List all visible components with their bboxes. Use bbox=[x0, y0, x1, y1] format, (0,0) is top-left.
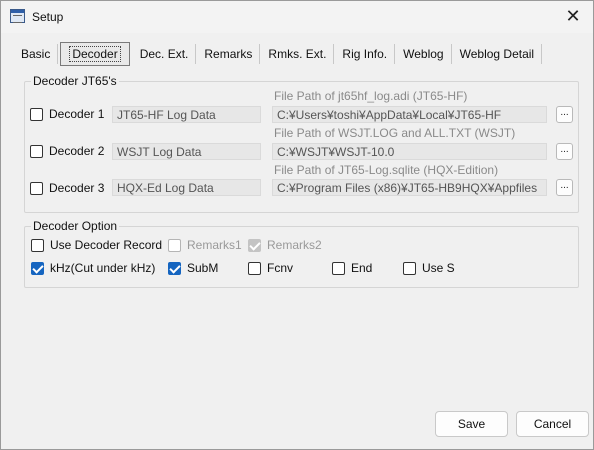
checkbox-label: Remarks1 bbox=[187, 238, 242, 252]
decoder-1-browse-button[interactable]: ... bbox=[556, 106, 573, 123]
checkbox-label: Decoder 1 bbox=[49, 107, 105, 121]
use-decoder-record-checkbox[interactable]: Use Decoder Record bbox=[31, 238, 162, 252]
checkbox-box bbox=[168, 238, 181, 252]
tab-weblog-detail[interactable]: Weblog Detail bbox=[452, 42, 543, 66]
tab-label: Rmks. Ext. bbox=[268, 47, 327, 61]
decoder-3-browse-button[interactable]: ... bbox=[556, 179, 573, 196]
save-button[interactable]: Save bbox=[435, 411, 508, 437]
close-icon: ✕ bbox=[565, 5, 581, 26]
tab-label: Remarks bbox=[204, 47, 253, 61]
decoder-1-path-label: File Path of jt65hf_log.adi (JT65-HF) bbox=[274, 89, 468, 103]
checkbox-label: Use S bbox=[422, 261, 455, 275]
title-bar: Setup ✕ bbox=[1, 1, 593, 33]
checkbox-label: Fcnv bbox=[267, 261, 294, 275]
checkbox-label: Decoder 3 bbox=[49, 181, 105, 195]
decoder-2-path-label: File Path of WSJT.LOG and ALL.TXT (WSJT) bbox=[274, 126, 516, 140]
decoder-2-path-field[interactable]: C:¥WSJT¥WSJT-10.0 bbox=[272, 143, 547, 160]
khz-cut-checkbox[interactable]: kHz(Cut under kHz) bbox=[31, 261, 155, 275]
remarks2-checkbox[interactable]: Remarks2 bbox=[248, 238, 322, 252]
tab-remarks[interactable]: Remarks bbox=[196, 42, 261, 66]
tab-rig-info[interactable]: Rig Info. bbox=[334, 42, 395, 66]
checkbox-box bbox=[31, 238, 44, 252]
decoder-3-path-label: File Path of JT65-Log.sqlite (HQX-Editio… bbox=[274, 163, 499, 177]
decoder-group-label: Decoder JT65's bbox=[31, 74, 119, 88]
tab-label: Weblog bbox=[403, 47, 444, 61]
decoder-1-name-field: JT65-HF Log Data bbox=[112, 106, 261, 123]
remarks1-checkbox[interactable]: Remarks1 bbox=[168, 238, 242, 252]
tab-decoder[interactable]: Decoder bbox=[60, 42, 130, 66]
use-s-checkbox[interactable]: Use S bbox=[403, 261, 455, 275]
checkbox-box bbox=[30, 107, 43, 121]
checkbox-box bbox=[31, 261, 44, 275]
checkbox-box bbox=[248, 238, 261, 252]
app-icon bbox=[10, 9, 25, 23]
decoder-3-name-field: HQX-Ed Log Data bbox=[112, 179, 261, 196]
checkbox-box bbox=[248, 261, 261, 275]
decoder-2-checkbox[interactable]: Decoder 2 bbox=[30, 144, 104, 158]
tab-label: Weblog Detail bbox=[459, 47, 535, 61]
tab-strip: Basic Decoder Dec. Ext. Remarks Rmks. Ex… bbox=[13, 42, 543, 66]
checkbox-label: Decoder 2 bbox=[49, 144, 105, 158]
decoder-3-path-field[interactable]: C:¥Program Files (x86)¥JT65-HB9HQX¥Appfi… bbox=[272, 179, 547, 196]
tab-dec-ext[interactable]: Dec. Ext. bbox=[132, 42, 197, 66]
checkbox-box bbox=[403, 261, 416, 275]
end-checkbox[interactable]: End bbox=[332, 261, 372, 275]
fcnv-checkbox[interactable]: Fcnv bbox=[248, 261, 293, 275]
tab-weblog[interactable]: Weblog bbox=[395, 42, 453, 66]
decoder-1-checkbox[interactable]: Decoder 1 bbox=[30, 107, 104, 121]
tab-label: Basic bbox=[21, 47, 51, 61]
tab-label: Decoder bbox=[69, 46, 121, 62]
tab-basic[interactable]: Basic bbox=[13, 42, 59, 66]
tab-label: Dec. Ext. bbox=[139, 47, 189, 61]
decoder-2-name-field: WSJT Log Data bbox=[112, 143, 261, 160]
checkbox-box bbox=[30, 144, 43, 158]
checkbox-box bbox=[332, 261, 345, 275]
decoder-option-group: Decoder Option bbox=[24, 219, 579, 288]
subm-checkbox[interactable]: SubM bbox=[168, 261, 218, 275]
checkbox-box bbox=[168, 261, 181, 275]
tab-label: Rig Info. bbox=[342, 47, 388, 61]
decoder-2-browse-button[interactable]: ... bbox=[556, 143, 573, 160]
decoder-1-path-field[interactable]: C:¥Users¥toshi¥AppData¥Local¥JT65-HF bbox=[272, 106, 547, 123]
checkbox-label: End bbox=[351, 261, 373, 275]
checkbox-label: SubM bbox=[187, 261, 219, 275]
cancel-button[interactable]: Cancel bbox=[516, 411, 589, 437]
close-button[interactable]: ✕ bbox=[553, 1, 593, 31]
checkbox-label: kHz(Cut under kHz) bbox=[50, 261, 156, 275]
window-title: Setup bbox=[32, 10, 64, 24]
checkbox-box bbox=[30, 181, 43, 195]
checkbox-label: Use Decoder Record bbox=[50, 238, 163, 252]
checkbox-label: Remarks2 bbox=[267, 238, 322, 252]
decoder-option-group-label: Decoder Option bbox=[31, 219, 120, 233]
decoder-3-checkbox[interactable]: Decoder 3 bbox=[30, 181, 104, 195]
tab-rmks-ext[interactable]: Rmks. Ext. bbox=[260, 42, 335, 66]
